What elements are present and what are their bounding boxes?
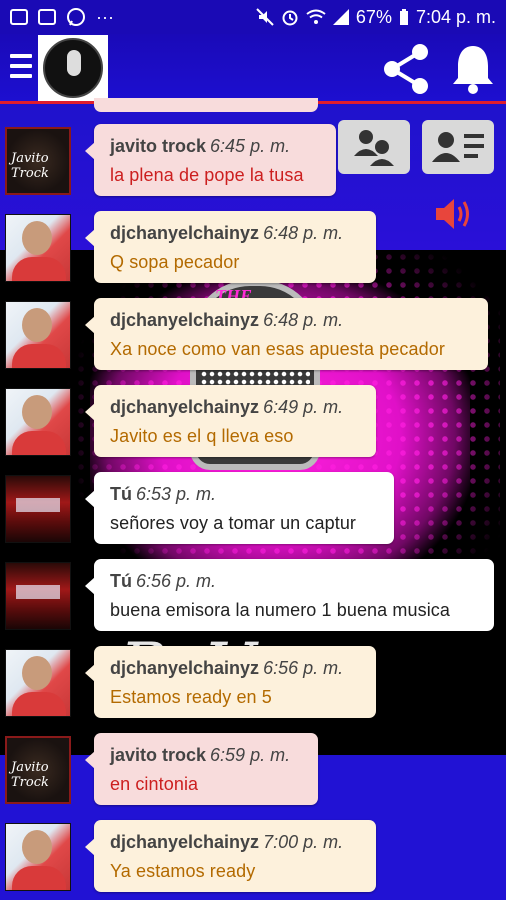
avatar[interactable]: [5, 301, 71, 369]
message-bubble[interactable]: javito trock 6:59 p. m. en cintonia: [85, 733, 318, 805]
message-bubble[interactable]: Tú 6:53 p. m. señores voy a tomar un captu…: [85, 472, 394, 544]
message-row: Tú 6:56 p. m. buena emisora la numero 1 bu…: [0, 557, 506, 637]
status-bar: ··· 67% 7:04 p. m.: [0, 0, 506, 34]
avatar[interactable]: Javito Trock: [5, 127, 71, 195]
avatar[interactable]: [5, 475, 71, 543]
avatar[interactable]: [5, 823, 71, 891]
message-time: 6:48 p. m.: [263, 223, 344, 243]
more-notifications-dots: ···: [96, 6, 114, 27]
message-username: javito trock: [110, 745, 207, 765]
message-username: djchanyelchainyz: [110, 397, 260, 417]
message-text: Q sopa pecador: [110, 252, 240, 272]
message-username: javito trock: [110, 136, 207, 156]
message-meta: javito trock 6:45 p. m.: [110, 136, 322, 157]
message-bubble[interactable]: djchanyelchainyz 7:00 p. m. Ya estamos rea…: [85, 820, 376, 892]
message-bubble[interactable]: djchanyelchainyz 6:49 p. m. Javito es el q…: [85, 385, 376, 457]
avatar-logo-text: Javito Trock: [11, 760, 49, 790]
message-row: Tú 6:53 p. m. señores voy a tomar un captu…: [0, 470, 506, 550]
message-bubble[interactable]: djchanyelchainyz 6:48 p. m. Xa noce como v…: [85, 298, 488, 370]
message-time: 6:49 p. m.: [263, 397, 344, 417]
avatar[interactable]: [5, 214, 71, 282]
message-meta: djchanyelchainyz 7:00 p. m.: [110, 832, 362, 853]
alarm-icon: [282, 10, 298, 26]
message-text: la plena de pope la tusa: [110, 165, 304, 185]
message-bubble[interactable]: javito trock 6:45 p. m. la plena de pope l…: [85, 124, 336, 196]
message-time: 6:56 p. m.: [263, 658, 344, 678]
message-bubble[interactable]: djchanyelchainyz 6:56 p. m. Estamos ready …: [85, 646, 376, 718]
message-time: 6:48 p. m.: [263, 310, 344, 330]
bell-icon[interactable]: [448, 42, 498, 96]
message-meta: djchanyelchainyz 6:48 p. m.: [110, 223, 362, 244]
message-time: 6:53 p. m.: [136, 484, 217, 504]
message-row: Javito Trock javito trock 6:59 p. m. en cin…: [0, 731, 506, 811]
message-meta: Tú 6:56 p. m.: [110, 571, 480, 592]
message-username: djchanyelchainyz: [110, 658, 260, 678]
partial-message-bubble: [94, 98, 318, 112]
logo-mic-disc: [43, 38, 103, 98]
message-meta: djchanyelchainyz 6:56 p. m.: [110, 658, 362, 679]
message-time: 6:56 p. m.: [136, 571, 217, 591]
message-row: djchanyelchainyz 7:00 p. m. Ya estamos rea…: [0, 818, 506, 898]
signal-icon: [332, 9, 349, 25]
app-bar: [0, 34, 506, 104]
message-time: 6:59 p. m.: [210, 745, 291, 765]
status-time: 7:04 p. m.: [415, 6, 496, 27]
message-meta: djchanyelchainyz 6:48 p. m.: [110, 310, 474, 331]
battery-percent: 67%: [355, 6, 392, 27]
wifi-icon: [306, 9, 326, 24]
avatar[interactable]: Javito Trock: [5, 736, 71, 804]
notification-image-icon: [10, 9, 28, 25]
message-meta: javito trock 6:59 p. m.: [110, 745, 304, 766]
battery-icon: [399, 9, 408, 25]
message-username: djchanyelchainyz: [110, 223, 260, 243]
message-meta: Tú 6:53 p. m.: [110, 484, 380, 505]
message-bubble[interactable]: djchanyelchainyz 6:48 p. m. Q sopa pecador: [85, 211, 376, 283]
message-row: djchanyelchainyz 6:48 p. m. Xa noce como v…: [0, 296, 506, 376]
message-text: Estamos ready en 5: [110, 687, 272, 707]
message-row: djchanyelchainyz 6:56 p. m. Estamos ready …: [0, 644, 506, 724]
avatar-logo-text: Javito Trock: [11, 151, 49, 181]
message-username: djchanyelchainyz: [110, 832, 260, 852]
hamburger-icon[interactable]: [10, 54, 32, 82]
message-time: 7:00 p. m.: [263, 832, 344, 852]
message-text: señores voy a tomar un captur: [110, 513, 357, 533]
whatsapp-icon: [67, 8, 85, 26]
message-text: buena emisora la numero 1 buena musica: [110, 600, 450, 620]
message-text: Ya estamos ready: [110, 861, 256, 881]
message-text: Javito es el q lleva eso: [110, 426, 294, 446]
message-time: 6:45 p. m.: [210, 136, 291, 156]
message-text: Xa noce como van esas apuesta pecador: [110, 339, 445, 359]
message-bubble[interactable]: Tú 6:56 p. m. buena emisora la numero 1 bu…: [85, 559, 494, 631]
avatar[interactable]: [5, 649, 71, 717]
message-meta: djchanyelchainyz 6:49 p. m.: [110, 397, 362, 418]
mute-icon: [256, 8, 274, 26]
message-username: Tú: [110, 484, 132, 504]
message-row: djchanyelchainyz 6:48 p. m. Q sopa pecador: [0, 209, 506, 289]
station-logo[interactable]: [38, 35, 108, 101]
avatar[interactable]: [5, 562, 71, 630]
avatar[interactable]: [5, 388, 71, 456]
message-row: djchanyelchainyz 6:49 p. m. Javito es el q…: [0, 383, 506, 463]
message-text: en cintonia: [110, 774, 199, 794]
message-username: Tú: [110, 571, 132, 591]
message-row: Javito Trock javito trock 6:45 p. m. la ple…: [0, 122, 506, 202]
message-username: djchanyelchainyz: [110, 310, 260, 330]
gallery-icon: [38, 9, 56, 25]
share-icon[interactable]: [380, 42, 434, 96]
